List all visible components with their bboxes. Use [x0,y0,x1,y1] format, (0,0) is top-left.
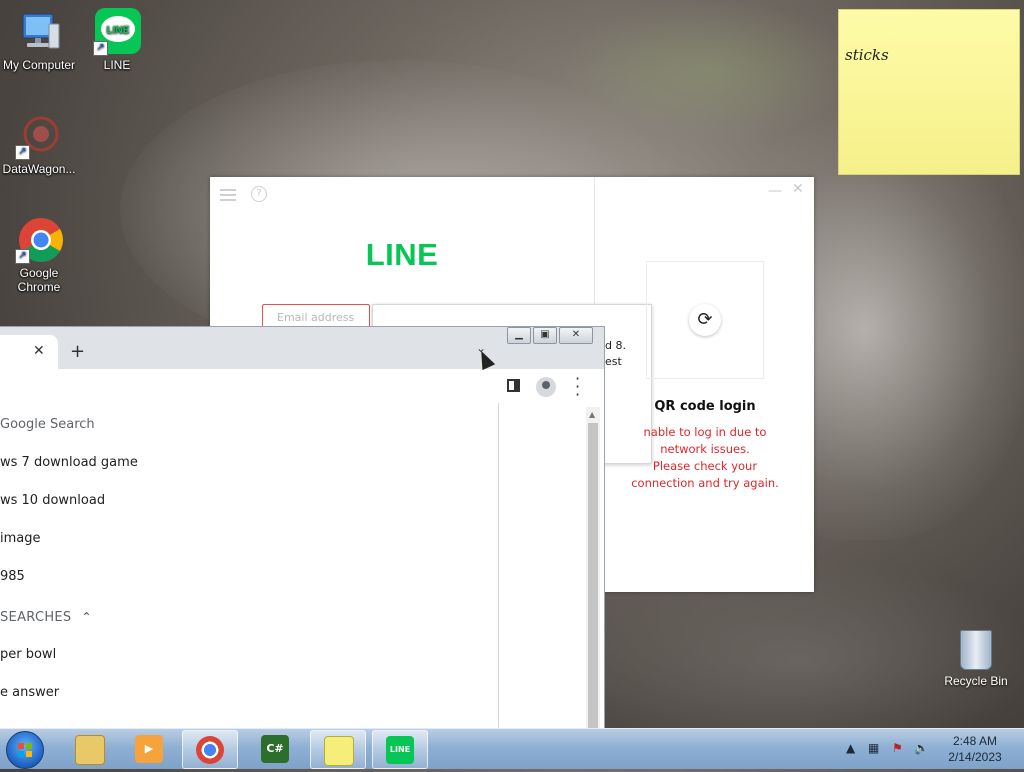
datawagon-icon: ↗ [15,112,63,160]
taskbar-sticky-notes[interactable] [310,730,366,769]
close-button[interactable]: ✕ [559,327,593,344]
shortcut-arrow-icon: ↗ [93,41,108,56]
network-icon[interactable]: ▦ [868,741,879,755]
chrome-icon [196,736,224,764]
desktop-icon-label: LINE [103,58,131,72]
suggestion-item[interactable]: 985 [0,569,25,584]
refresh-icon[interactable]: ⟳ [689,304,721,336]
taskbar-csharp[interactable]: C# [248,730,302,767]
line-app-icon: LINE [386,736,414,764]
error-line: connection and try again. [631,476,779,490]
shortcut-arrow-icon: ↗ [15,249,30,264]
chevron-up-icon[interactable]: ⌃ [81,610,91,624]
help-icon[interactable]: ? [251,186,267,202]
minimize-button[interactable]: ▁ [507,327,531,344]
error-line: nable to log in due to [643,425,767,439]
start-button[interactable] [6,731,44,769]
desktop-icon-label: Recycle Bin [944,674,1008,688]
wallpaper-foliage [560,0,860,140]
clock-time: 2:48 AM [952,734,998,748]
section-heading-label: SEARCHES [0,610,72,625]
taskbar-line[interactable]: LINE [372,730,428,769]
maximize-button[interactable]: ▣ [533,327,557,344]
profile-avatar-icon[interactable] [536,377,556,397]
suggestion-item[interactable]: ws 7 download game [0,455,138,470]
desktop-icon-google-chrome[interactable]: ↗ Google Chrome [0,216,78,294]
omnibox-suggestions-dropdown: Google Search ws 7 download game ws 10 d… [0,403,499,729]
minimize-icon[interactable]: — [768,183,782,199]
desktop-icon-line[interactable]: LINE ↗ LINE [78,8,156,72]
csharp-icon: C# [261,735,289,763]
svg-text:LINE: LINE [107,25,130,36]
new-tab-button[interactable]: + [70,341,85,362]
popup-text: d 8. [605,339,626,352]
scroll-up-icon[interactable]: ▲ [589,410,595,419]
clock[interactable]: 2:48 AM 2/14/2023 [940,733,1010,765]
show-hidden-icons-icon[interactable]: ▲ [846,741,855,755]
menu-icon[interactable] [220,189,236,204]
section-heading[interactable]: SEARCHES ⌃ [0,610,92,625]
qr-code-box: ⟳ [646,261,764,379]
tab-strip: ✕ + ⌄ ▁ ▣ ✕ [0,327,604,369]
toolbar: · · · [0,369,604,403]
trending-item[interactable]: per bowl [0,647,56,662]
taskbar-explorer[interactable] [62,730,116,767]
sticky-note-text[interactable]: sticks [845,46,889,64]
computer-icon [15,8,63,56]
taskbar-media-player[interactable]: ▶ [122,730,176,767]
qr-login-title: QR code login [654,399,756,414]
error-line: Please check your [652,459,758,473]
windows-logo-icon [18,743,32,757]
scrollbar-thumb[interactable] [588,423,598,729]
desktop-icon-recycle-bin[interactable]: Recycle Bin [940,630,1012,688]
action-center-icon[interactable]: ⚑ [892,741,903,755]
desktop-icon-my-computer[interactable]: My Computer [0,8,78,72]
sticky-notes-icon [324,736,354,766]
chrome-window: ✕ + ⌄ ▁ ▣ ✕ · · · Google Search ws 7 downl… [0,326,605,730]
desktop-icon-label: Google Chrome [17,266,61,294]
suggestion-item[interactable]: ws 10 download [0,493,105,508]
side-panel-icon[interactable] [507,379,520,392]
clock-date: 2/14/2023 [948,750,1002,764]
media-player-icon: ▶ [135,735,163,763]
suggestion-item[interactable]: image [0,531,41,546]
taskbar-chrome[interactable] [182,730,238,769]
close-icon[interactable]: ✕ [792,181,804,197]
desktop-icon-datawagon[interactable]: ↗ DataWagon... [0,112,78,176]
shortcut-arrow-icon: ↗ [15,145,30,160]
line-app-icon: LINE ↗ [93,8,141,56]
suggestion-item[interactable]: Google Search [0,417,95,432]
chrome-icon: ↗ [15,216,63,264]
desktop-icon-label: DataWagon... [2,162,76,176]
qr-error-message: nable to log in due to network issues. P… [610,424,800,492]
error-line: network issues. [660,442,750,456]
tab-close-icon[interactable]: ✕ [33,343,45,359]
folder-icon [75,735,105,765]
trending-item[interactable]: e answer [0,685,59,700]
taskbar: ▶ C# LINE ▲ ▦ ⚑ 🔈 2:48 AM 2/14/2023 [0,728,1024,769]
volume-icon[interactable]: 🔈 [914,741,929,755]
recycle-bin-icon [960,630,992,670]
line-logo: LINE [365,237,439,272]
active-tab[interactable]: ✕ [0,335,58,369]
window-controls: ▁ ▣ ✕ [507,327,595,345]
more-menu-icon[interactable]: · · · [575,371,580,403]
popup-text: est [605,355,622,368]
desktop-icon-label: My Computer [2,58,76,72]
sticky-note[interactable]: sticks [838,9,1020,175]
